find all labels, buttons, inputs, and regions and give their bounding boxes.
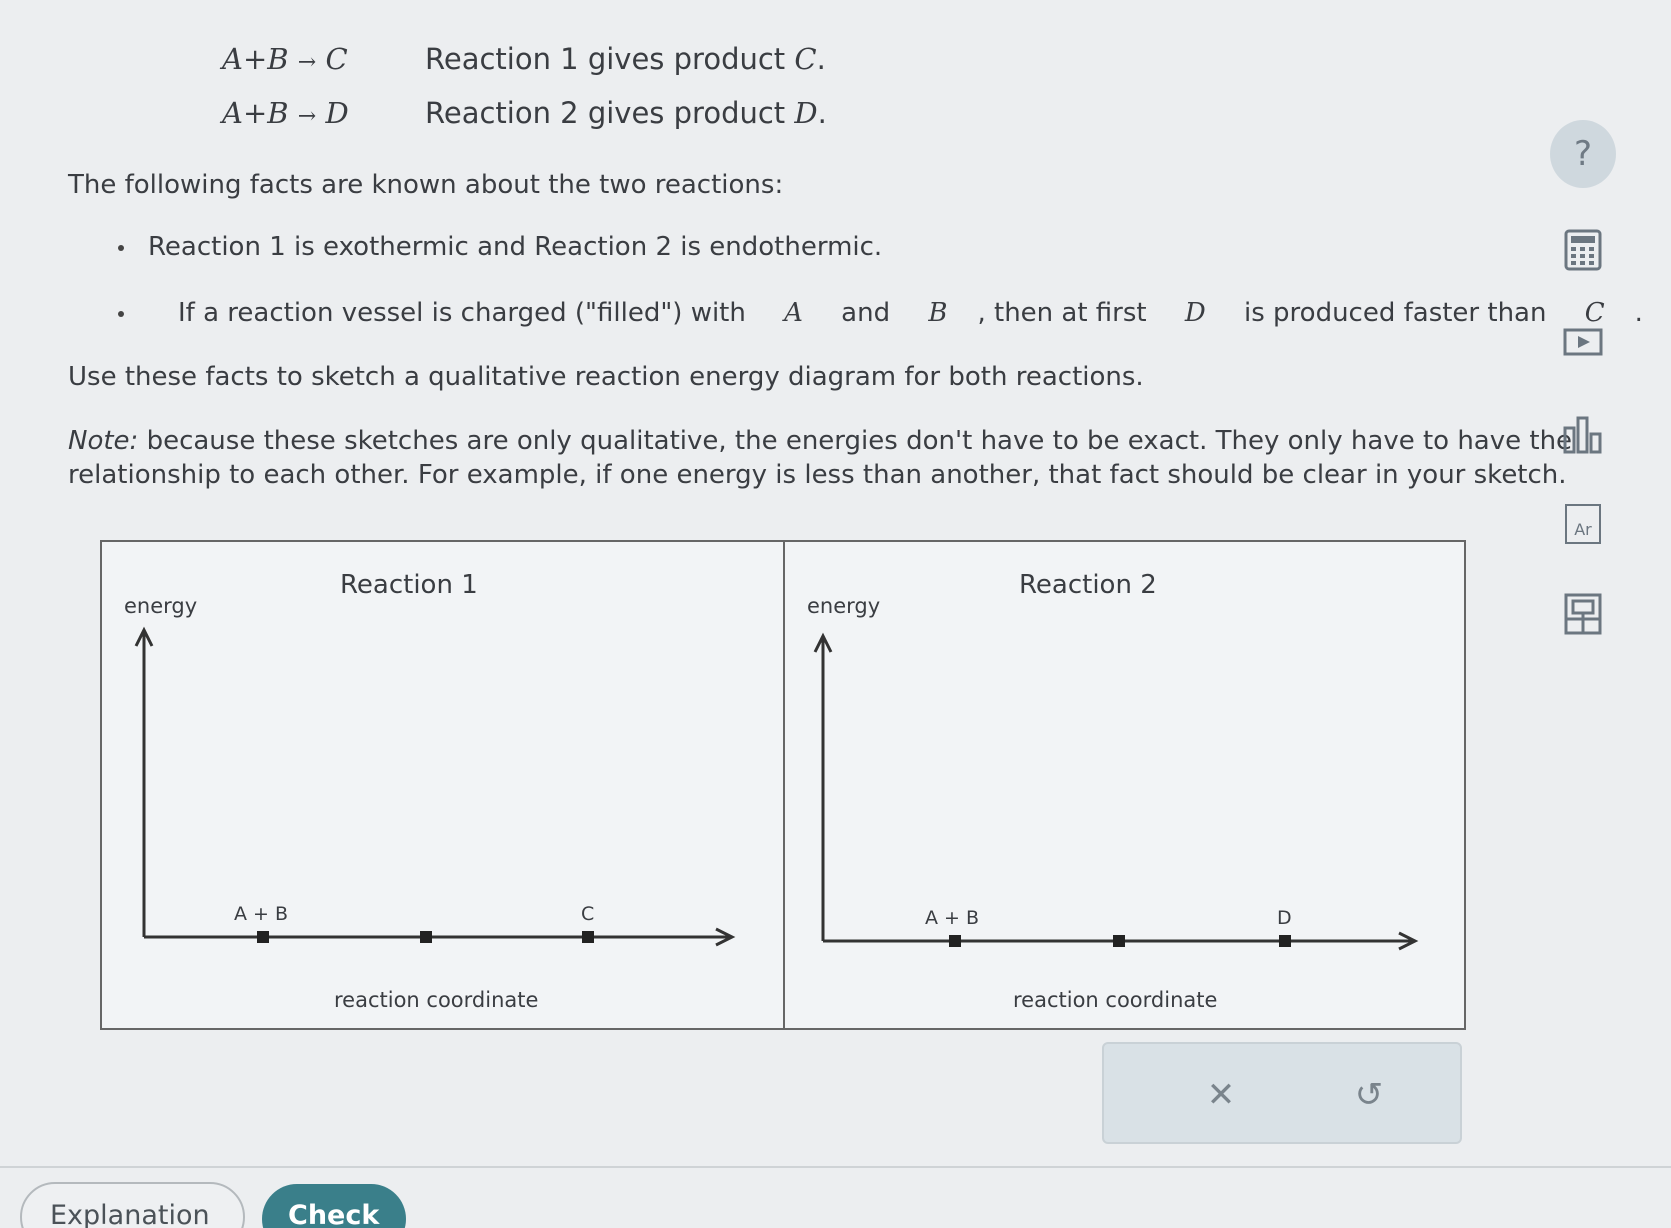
data-table-button[interactable] (1550, 404, 1616, 464)
footer-divider (0, 1166, 1671, 1168)
calculator-icon (1564, 229, 1602, 271)
periodic-table-icon: Ar (1565, 504, 1601, 544)
fact-1: Reaction 1 is exothermic and Reaction 2 … (118, 232, 882, 262)
equation-1-description: Reaction 1 gives product C. (425, 42, 826, 76)
reference-button[interactable] (1550, 584, 1616, 644)
periodic-table-button[interactable]: Ar (1550, 494, 1616, 554)
close-icon: ✕ (1206, 1075, 1236, 1115)
equation-2-description: Reaction 2 gives product D. (425, 96, 827, 130)
reaction-2-product-label: D (1277, 907, 1292, 929)
check-button[interactable]: Check (262, 1184, 406, 1228)
help-icon: ? (1550, 120, 1616, 188)
instruction-text: Use these facts to sketch a qualitative … (68, 362, 1144, 392)
reaction-2-point-product (1279, 935, 1291, 947)
explanation-button[interactable]: Explanation (20, 1182, 245, 1228)
video-button[interactable] (1550, 312, 1616, 372)
equation-row-1: A+B → C Reaction 1 gives product C. (222, 42, 826, 76)
diagram-actions: ✕ ↺ (1102, 1042, 1462, 1144)
reaction-2-axes: A + B D (813, 632, 1419, 951)
clear-button[interactable]: ✕ (1196, 1070, 1246, 1120)
reaction-1-panel[interactable]: Reaction 1 energy reaction coordinate A … (102, 542, 785, 1028)
reaction-1-point-middle (420, 931, 432, 943)
video-icon (1563, 328, 1603, 356)
undo-icon: ↺ (1354, 1075, 1384, 1115)
reaction-2-point-reactants (949, 935, 961, 947)
reference-icon (1564, 593, 1602, 635)
reaction-1-reactants-label: A + B (234, 903, 288, 925)
help-button[interactable]: ? (1550, 120, 1616, 188)
data-table-icon (1563, 416, 1602, 454)
note-text: Note: because these sketches are only qu… (68, 426, 1573, 490)
calculator-button[interactable] (1550, 220, 1616, 280)
reaction-1-product-label: C (581, 903, 594, 925)
undo-button[interactable]: ↺ (1344, 1070, 1394, 1120)
equation-1: A+B → C (222, 42, 348, 76)
equation-row-2: A+B → D Reaction 2 gives product D. (222, 96, 827, 130)
reaction-2-point-middle (1113, 935, 1125, 947)
reaction-1-point-reactants (257, 931, 269, 943)
reaction-1-axes: A + B C (134, 626, 736, 947)
reaction-2-reactants-label: A + B (925, 907, 979, 929)
reaction-1-point-product (582, 931, 594, 943)
facts-intro: The following facts are known about the … (68, 170, 784, 200)
fact-2: If a reaction vessel is charged ("filled… (118, 298, 1643, 328)
equation-2: A+B → D (222, 96, 349, 130)
energy-diagrams: Reaction 1 energy reaction coordinate A … (100, 540, 1466, 1030)
reaction-2-panel[interactable]: Reaction 2 energy reaction coordinate A … (785, 542, 1466, 1028)
